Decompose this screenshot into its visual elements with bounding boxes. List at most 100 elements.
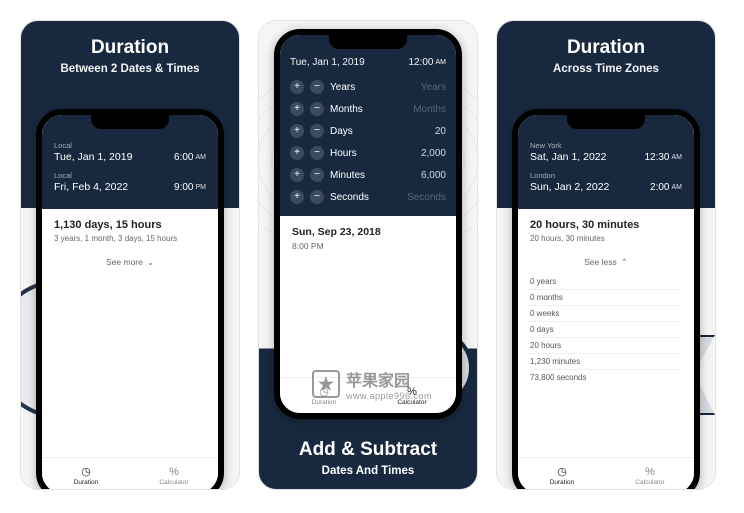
- clock-icon: ◷: [81, 465, 91, 478]
- plus-icon[interactable]: +: [290, 80, 304, 94]
- nav-tab-calculator[interactable]: %Calculator: [368, 378, 456, 413]
- date-row-end[interactable]: Local Fri, Feb 4, 2022 9:00PM: [54, 167, 206, 197]
- calculator-icon: %: [645, 466, 655, 478]
- minus-icon[interactable]: −: [310, 80, 324, 94]
- time-value: 12:30: [644, 152, 669, 163]
- date-value: Tue, Jan 1, 2019: [54, 151, 132, 163]
- result-primary: 20 hours, 30 minutes: [530, 219, 682, 231]
- nav-tab-duration[interactable]: ◷Duration: [42, 458, 130, 490]
- calculator-icon: %: [407, 386, 417, 398]
- ampm: AM: [436, 59, 447, 66]
- ampm: AM: [672, 184, 683, 191]
- plus-icon[interactable]: +: [290, 102, 304, 116]
- ampm: AM: [196, 154, 207, 161]
- footline: Add & Subtract Dates And Times: [259, 439, 477, 477]
- date-value: Fri, Feb 4, 2022: [54, 181, 128, 193]
- timezone-label: Local: [54, 171, 72, 180]
- timezone-label: Local: [54, 141, 72, 150]
- headline: Duration Across Time Zones: [497, 21, 715, 87]
- bottom-nav: ◷Duration %Calculator: [280, 377, 456, 413]
- calculator-inputs: Tue, Jan 1, 2019 12:00AM +−YearsYears +−…: [280, 35, 456, 216]
- calculator-icon: %: [169, 466, 179, 478]
- timezone-label: New York: [530, 141, 562, 150]
- date-row-start[interactable]: Local Tue, Jan 1, 2019 6:00AM: [54, 137, 206, 167]
- date-inputs: Local Tue, Jan 1, 2019 6:00AM Local Fri,…: [42, 115, 218, 209]
- calc-result: Sun, Sep 23, 2018 8:00 PM: [280, 216, 456, 261]
- clock-icon: ◷: [557, 465, 567, 478]
- base-date-row[interactable]: Tue, Jan 1, 2019 12:00AM: [290, 57, 446, 68]
- phone-mockup: Local Tue, Jan 1, 2019 6:00AM Local Fri,…: [36, 109, 224, 490]
- time-value: 2:00: [650, 182, 669, 193]
- see-less-button[interactable]: See less⌃: [530, 257, 682, 268]
- headline: Duration Between 2 Dates & Times: [21, 21, 239, 87]
- value: 6,000: [421, 170, 446, 181]
- headline-subtitle: Between 2 Dates & Times: [29, 63, 231, 75]
- detail-breakdown: 0 years 0 months 0 weeks 0 days 20 hours…: [518, 272, 694, 391]
- phone-notch: [329, 35, 407, 49]
- value-placeholder: Years: [421, 82, 446, 93]
- minus-icon[interactable]: −: [310, 146, 324, 160]
- detail-row: 1,230 minutes: [530, 354, 682, 370]
- clock-icon: ◷: [319, 385, 329, 398]
- promo-panel-add-subtract: Tue, Jan 1, 2019 12:00AM +−YearsYears +−…: [258, 20, 478, 490]
- detail-row: 20 hours: [530, 338, 682, 354]
- value: 20: [435, 126, 446, 137]
- minus-icon[interactable]: −: [310, 124, 324, 138]
- value: 2,000: [421, 148, 446, 159]
- nav-tab-duration[interactable]: ◷Duration: [280, 378, 368, 413]
- phone-mockup: Tue, Jan 1, 2019 12:00AM +−YearsYears +−…: [274, 29, 462, 419]
- time-value: 9:00: [174, 182, 193, 193]
- unit-row-hours[interactable]: +−Hours2,000: [290, 142, 446, 164]
- date-value: Sun, Jan 2, 2022: [530, 181, 609, 193]
- base-time: 12:00: [408, 57, 433, 68]
- phone-notch: [91, 115, 169, 129]
- result-secondary: 20 hours, 30 minutes: [530, 234, 682, 243]
- date-row-start[interactable]: New York Sat, Jan 1, 2022 12:30AM: [530, 137, 682, 167]
- detail-row: 73,800 seconds: [530, 370, 682, 385]
- ampm: AM: [672, 154, 683, 161]
- result-block: 1,130 days, 15 hours 3 years, 1 month, 3…: [42, 209, 218, 278]
- nav-tab-duration[interactable]: ◷Duration: [518, 458, 606, 490]
- bottom-nav: ◷Duration %Calculator: [518, 457, 694, 490]
- unit-row-days[interactable]: +−Days20: [290, 120, 446, 142]
- result-date: Sun, Sep 23, 2018: [292, 226, 444, 238]
- date-row-end[interactable]: London Sun, Jan 2, 2022 2:00AM: [530, 167, 682, 197]
- result-time: 8:00 PM: [292, 241, 444, 251]
- timezone-label: London: [530, 171, 555, 180]
- phone-mockup: New York Sat, Jan 1, 2022 12:30AM London…: [512, 109, 700, 490]
- bottom-nav: ◷Duration %Calculator: [42, 457, 218, 490]
- minus-icon[interactable]: −: [310, 168, 324, 182]
- footline-subtitle: Dates And Times: [259, 465, 477, 477]
- promo-panel-duration-dates: Duration Between 2 Dates & Times Local T…: [20, 20, 240, 490]
- result-secondary: 3 years, 1 month, 3 days, 15 hours: [54, 234, 206, 243]
- plus-icon[interactable]: +: [290, 168, 304, 182]
- chevron-up-icon: ⌃: [621, 257, 628, 268]
- headline-title: Duration: [29, 37, 231, 59]
- plus-icon[interactable]: +: [290, 190, 304, 204]
- plus-icon[interactable]: +: [290, 124, 304, 138]
- unit-row-years[interactable]: +−YearsYears: [290, 76, 446, 98]
- promo-panel-duration-timezones: Duration Across Time Zones New York Sat,…: [496, 20, 716, 490]
- detail-row: 0 years: [530, 274, 682, 290]
- unit-row-months[interactable]: +−MonthsMonths: [290, 98, 446, 120]
- detail-row: 0 months: [530, 290, 682, 306]
- minus-icon[interactable]: −: [310, 102, 324, 116]
- headline-subtitle: Across Time Zones: [505, 63, 707, 75]
- phone-notch: [567, 115, 645, 129]
- minus-icon[interactable]: −: [310, 190, 324, 204]
- result-primary: 1,130 days, 15 hours: [54, 219, 206, 231]
- detail-row: 0 weeks: [530, 306, 682, 322]
- value-placeholder: Months: [413, 104, 446, 115]
- unit-row-minutes[interactable]: +−Minutes6,000: [290, 164, 446, 186]
- detail-row: 0 days: [530, 322, 682, 338]
- chevron-down-icon: ⌄: [147, 257, 154, 268]
- plus-icon[interactable]: +: [290, 146, 304, 160]
- nav-tab-calculator[interactable]: %Calculator: [130, 458, 218, 490]
- ampm: PM: [196, 184, 207, 191]
- footline-title: Add & Subtract: [259, 439, 477, 461]
- date-value: Sat, Jan 1, 2022: [530, 151, 606, 163]
- date-inputs: New York Sat, Jan 1, 2022 12:30AM London…: [518, 115, 694, 209]
- see-more-button[interactable]: See more⌄: [54, 257, 206, 268]
- unit-row-seconds[interactable]: +−SecondsSeconds: [290, 186, 446, 208]
- nav-tab-calculator[interactable]: %Calculator: [606, 458, 694, 490]
